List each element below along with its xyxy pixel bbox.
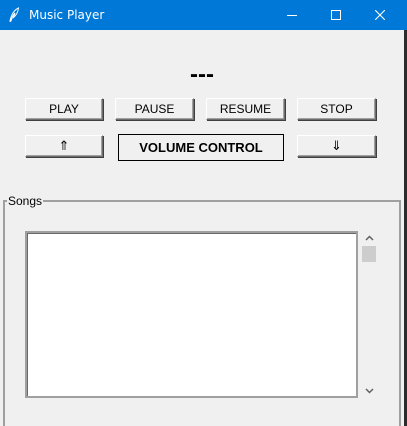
volume-control-label: VOLUME CONTROL (118, 134, 284, 161)
maximize-icon (331, 10, 341, 20)
pause-button[interactable]: PAUSE (115, 98, 194, 120)
maximize-button[interactable] (313, 0, 359, 30)
stop-button[interactable]: STOP (297, 98, 376, 120)
scroll-up-button[interactable] (361, 231, 378, 245)
song-list-scrollbar[interactable] (361, 231, 378, 398)
resume-button[interactable]: RESUME (206, 98, 285, 120)
chevron-down-icon (365, 388, 374, 394)
window-title: Music Player (29, 8, 105, 22)
title-bar[interactable]: Music Player (0, 0, 407, 30)
volume-up-button[interactable]: ⇑ (25, 135, 103, 157)
close-icon (375, 10, 385, 20)
close-button[interactable] (357, 0, 403, 30)
scroll-thumb[interactable] (362, 246, 376, 262)
song-listbox[interactable] (25, 231, 358, 398)
minimize-icon (287, 15, 297, 16)
now-playing-status: --- (190, 61, 214, 88)
play-button[interactable]: PLAY (25, 98, 103, 120)
volume-down-button[interactable]: ⇓ (297, 135, 376, 157)
scroll-down-button[interactable] (361, 384, 378, 398)
chevron-up-icon (365, 235, 374, 241)
songs-frame-label: Songs (7, 194, 44, 208)
feather-icon (9, 7, 20, 23)
minimize-button[interactable] (269, 0, 315, 30)
